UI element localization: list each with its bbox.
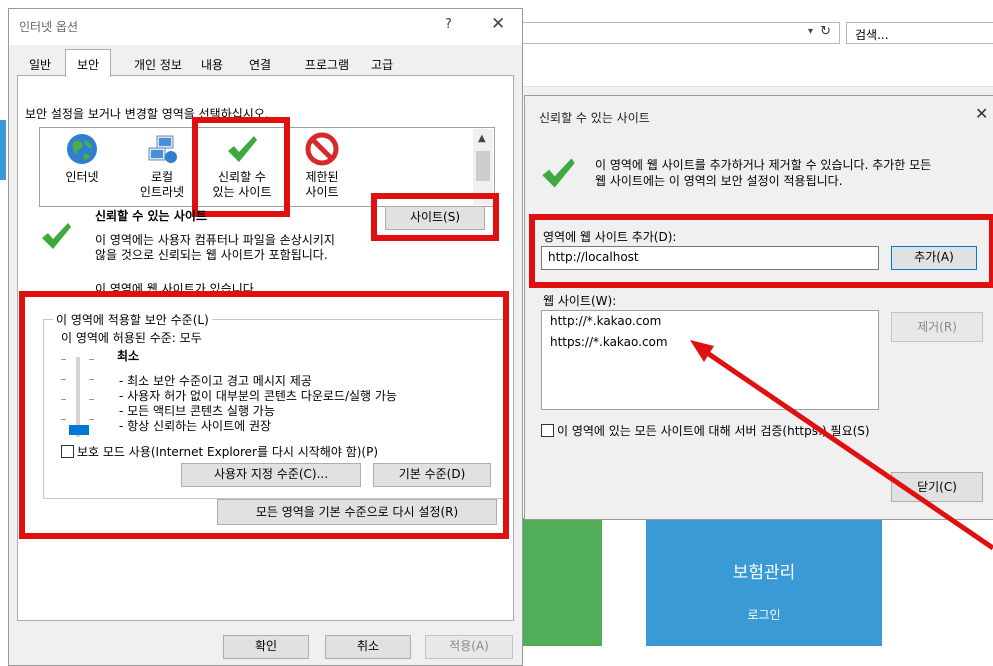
annotation-arrow xyxy=(690,340,993,551)
tab-security[interactable]: 보안 xyxy=(65,49,111,77)
